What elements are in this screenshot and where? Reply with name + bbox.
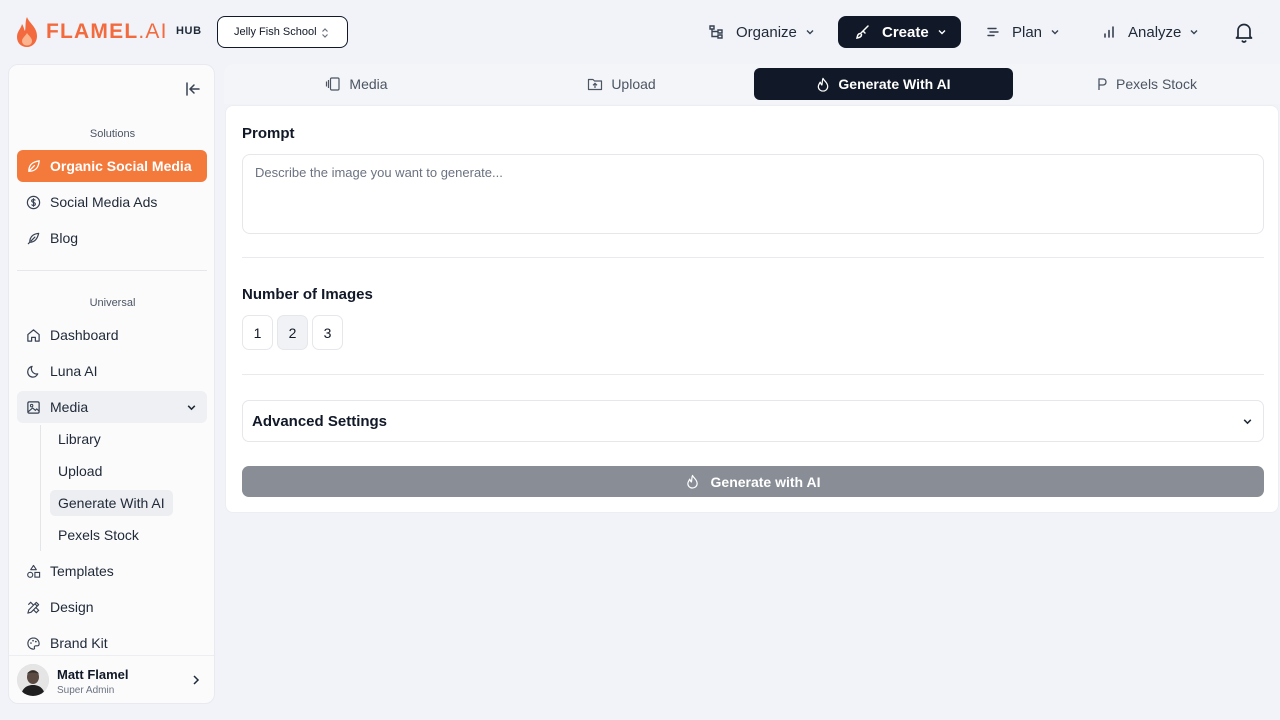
image-icon <box>27 400 40 414</box>
top-bar: FLAMEL.AI HUB Jelly Fish School Organize… <box>0 0 1280 64</box>
avatar <box>17 664 49 696</box>
tab-media[interactable]: Media <box>224 68 489 100</box>
tab-label: Upload <box>611 76 656 92</box>
nav-plan-label: Plan <box>1012 23 1043 41</box>
flame-icon <box>818 77 829 92</box>
tab-label: Media <box>349 76 388 92</box>
sidebar-item-design[interactable]: Design <box>17 591 207 623</box>
dollar-circle-icon <box>26 195 41 209</box>
chevron-down-icon <box>187 405 196 411</box>
brand-logo[interactable]: FLAMEL.AI <box>16 16 168 48</box>
tab-upload[interactable]: Upload <box>489 68 754 100</box>
plan-lines-icon <box>987 27 999 37</box>
sidebar-item-luna-ai[interactable]: Luna AI <box>17 355 207 387</box>
nav-organize[interactable]: Organize <box>708 16 815 48</box>
sidebar-item-label: Brand Kit <box>50 635 108 651</box>
gallery-icon <box>326 77 341 91</box>
organize-icon <box>709 25 723 39</box>
pexels-icon <box>1098 78 1107 90</box>
chevron-up-down-icon <box>322 28 328 38</box>
num-images-option-3[interactable]: 3 <box>312 315 343 350</box>
bar-chart-icon <box>1104 26 1114 38</box>
media-tabs: Media Upload Generate With AI Pexels Sto… <box>224 64 1280 104</box>
home-icon <box>27 328 40 342</box>
sidebar-subitem-upload[interactable]: Upload <box>50 458 110 484</box>
sidebar-item-blog[interactable]: Blog <box>17 222 207 254</box>
moon-icon <box>27 365 39 378</box>
generate-button-label: Generate with AI <box>710 473 821 490</box>
generate-with-ai-button[interactable]: Generate with AI <box>242 466 1264 497</box>
sidebar-item-label: Media <box>50 399 89 415</box>
nav-analyze[interactable]: Analyze <box>1102 16 1199 48</box>
sidebar-item-label: Design <box>50 599 94 615</box>
tab-label: Pexels Stock <box>1116 76 1197 92</box>
tab-pexels-stock[interactable]: Pexels Stock <box>1013 68 1280 100</box>
flame-logo-icon <box>17 17 37 47</box>
sidebar-item-organic-social-media[interactable]: Organic Social Media <box>17 150 207 182</box>
tab-label: Generate With AI <box>838 76 951 92</box>
chevron-down-icon <box>1051 30 1059 35</box>
sidebar: Solutions Organic Social Media Social Me… <box>8 64 215 704</box>
sidebar-item-label: Templates <box>50 563 114 579</box>
folder-upload-icon <box>588 78 603 91</box>
section-divider <box>242 374 1264 375</box>
nav-plan[interactable]: Plan <box>986 16 1060 48</box>
sidebar-item-label: Organic Social Media <box>50 158 192 174</box>
sidebar-item-label: Luna AI <box>50 363 98 379</box>
sidebar-item-label: Dashboard <box>50 327 119 343</box>
brush-icon <box>856 25 869 39</box>
prompt-input[interactable] <box>242 154 1264 234</box>
prompt-label: Prompt <box>242 125 295 142</box>
generate-panel: Prompt Number of Images 1 2 3 Advanced S… <box>225 105 1279 513</box>
chevron-down-icon <box>1243 419 1252 425</box>
user-role: Super Admin <box>57 685 115 696</box>
number-of-images-label: Number of Images <box>242 286 373 303</box>
nav-organize-label: Organize <box>736 23 797 41</box>
sidebar-divider <box>17 270 207 271</box>
workspace-name: Jelly Fish School <box>234 26 317 38</box>
pencil-ruler-icon <box>27 601 40 614</box>
sidebar-subitem-pexels-stock[interactable]: Pexels Stock <box>50 522 147 548</box>
chevron-down-icon <box>1190 30 1198 35</box>
user-name: Matt Flamel <box>57 667 129 682</box>
sidebar-item-templates[interactable]: Templates <box>17 555 207 587</box>
workspace-selector[interactable]: Jelly Fish School <box>217 16 348 48</box>
tab-generate-with-ai[interactable]: Generate With AI <box>754 68 1013 100</box>
hub-label: HUB <box>176 25 202 37</box>
chevron-right-icon <box>193 675 200 685</box>
shapes-icon <box>27 564 41 578</box>
sidebar-item-label: Blog <box>50 230 79 246</box>
palette-icon <box>27 636 40 650</box>
sidebar-item-media[interactable]: Media <box>17 391 207 423</box>
brand-name: FLAMEL.AI <box>46 20 168 43</box>
bell-icon <box>1235 23 1253 43</box>
notifications-button[interactable] <box>1232 20 1256 44</box>
solutions-section-title: Solutions <box>89 128 136 140</box>
chevron-down-icon <box>938 30 946 35</box>
num-images-option-2[interactable]: 2 <box>277 315 308 350</box>
num-images-option-1[interactable]: 1 <box>242 315 273 350</box>
nav-create-label: Create <box>882 23 929 41</box>
advanced-settings-toggle[interactable]: Advanced Settings <box>242 400 1264 442</box>
submenu-guide-line <box>40 425 41 551</box>
nav-analyze-label: Analyze <box>1128 23 1182 41</box>
user-profile[interactable]: Matt Flamel Super Admin <box>9 655 214 703</box>
collapse-sidebar-button[interactable] <box>185 81 201 97</box>
sidebar-item-dashboard[interactable]: Dashboard <box>17 319 207 351</box>
nav-create[interactable]: Create <box>838 16 961 48</box>
sidebar-item-label: Social Media Ads <box>50 194 158 210</box>
section-divider <box>242 257 1264 258</box>
collapse-left-icon <box>186 82 200 96</box>
sidebar-subitem-library[interactable]: Library <box>50 426 109 452</box>
universal-section-title: Universal <box>89 297 136 309</box>
chevron-down-icon <box>806 30 814 35</box>
sidebar-item-social-media-ads[interactable]: Social Media Ads <box>17 186 207 218</box>
leaf-icon <box>28 159 40 172</box>
sidebar-subitem-generate-with-ai[interactable]: Generate With AI <box>50 490 173 516</box>
advanced-settings-label: Advanced Settings <box>252 412 388 430</box>
feather-icon <box>27 232 40 244</box>
flame-icon <box>686 474 698 489</box>
